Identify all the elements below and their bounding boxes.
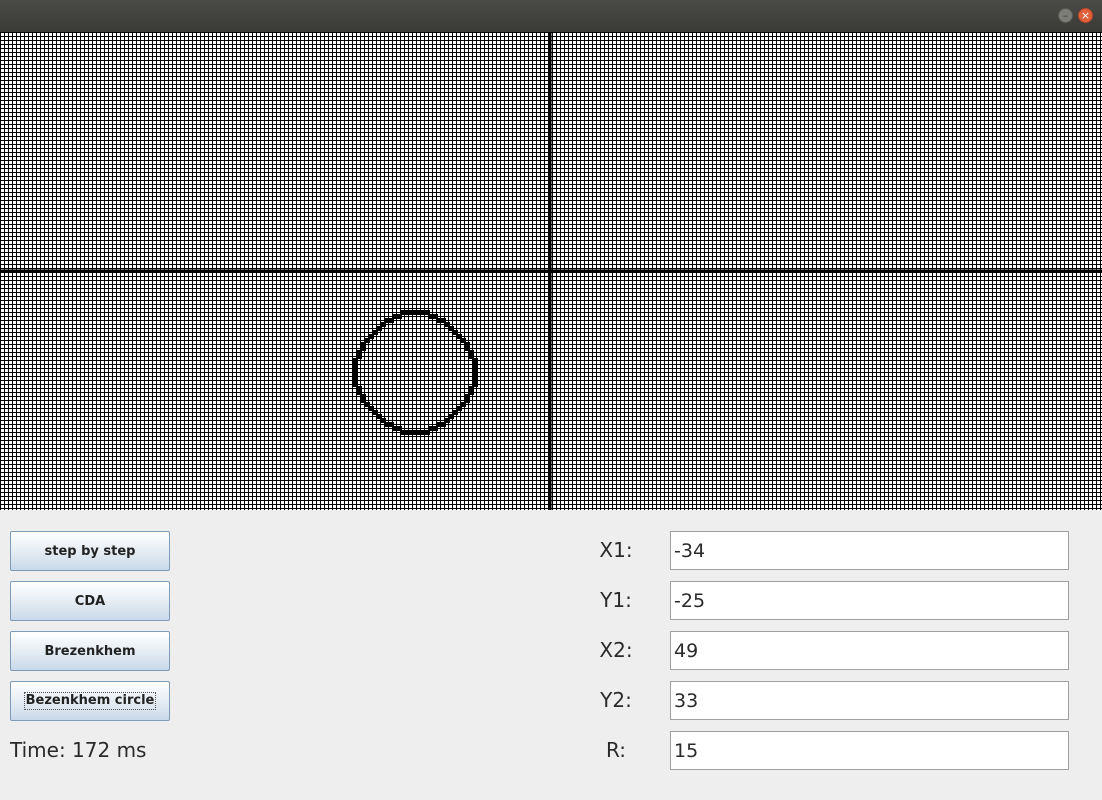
circle-pixel bbox=[453, 330, 458, 335]
step-by-step-button[interactable]: step by step bbox=[10, 531, 170, 571]
y2-input[interactable] bbox=[670, 681, 1069, 720]
circle-pixel bbox=[373, 410, 378, 415]
circle-pixel bbox=[453, 410, 458, 415]
title-bar: – × bbox=[0, 0, 1102, 32]
minimize-icon[interactable]: – bbox=[1058, 8, 1073, 23]
pixel-grid-canvas[interactable] bbox=[0, 32, 1102, 510]
y1-input[interactable] bbox=[670, 581, 1069, 620]
y1-label: Y1: bbox=[600, 588, 632, 612]
time-label: Time: 172 ms bbox=[10, 738, 147, 762]
x2-label: X2: bbox=[599, 638, 633, 662]
x1-label: X1: bbox=[599, 538, 633, 562]
r-label: R: bbox=[605, 738, 627, 762]
circle-pixel bbox=[373, 330, 378, 335]
y2-label: Y2: bbox=[600, 688, 632, 712]
x2-input[interactable] bbox=[670, 631, 1069, 670]
brezenkhem-button[interactable]: Brezenkhem bbox=[10, 631, 170, 671]
r-input[interactable] bbox=[670, 731, 1069, 770]
close-icon[interactable]: × bbox=[1078, 8, 1093, 23]
cda-button[interactable]: CDA bbox=[10, 581, 170, 621]
bezenkhem-circle-label: Bezenkhem circle bbox=[23, 692, 157, 710]
grid-overlay bbox=[0, 32, 1102, 510]
bezenkhem-circle-button[interactable]: Bezenkhem circle bbox=[10, 681, 170, 721]
x1-input[interactable] bbox=[670, 531, 1069, 570]
